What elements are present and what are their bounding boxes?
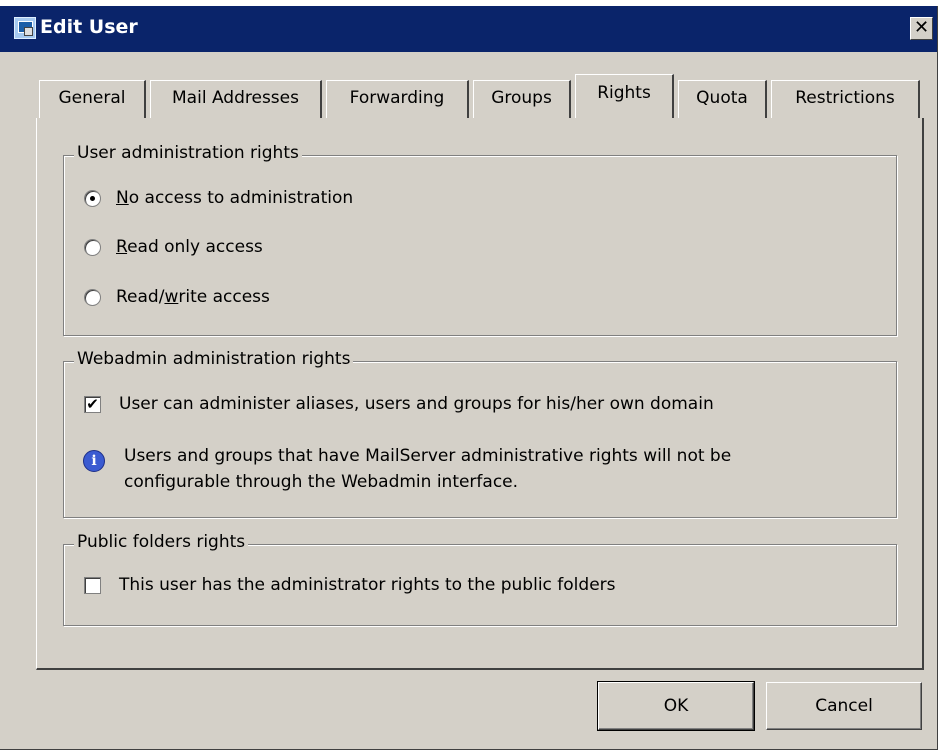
public-folders-admin-checkbox[interactable]	[84, 577, 101, 594]
read-write-label[interactable]: Read/write access	[116, 287, 270, 307]
cancel-button[interactable]: Cancel	[766, 682, 922, 730]
webadmin-domain-checkbox[interactable]: ✔	[84, 396, 101, 413]
webadmin-info-text: Users and groups that have MailServer ad…	[124, 446, 732, 492]
edit-user-dialog: Edit User ✕ General Mail Addresses Forwa…	[0, 6, 938, 750]
user-admin-rights-title: User administration rights	[74, 143, 302, 163]
tab-quota[interactable]: Quota	[678, 80, 767, 118]
info-icon: i	[83, 450, 105, 472]
webadmin-rights-group: Webadmin administration rights ✔ User ca…	[63, 349, 897, 518]
no-access-radio[interactable]	[84, 190, 101, 207]
tab-groups[interactable]: Groups	[473, 80, 571, 118]
tab-rights[interactable]: Rights	[575, 74, 674, 118]
public-folders-rights-title: Public folders rights	[74, 532, 249, 552]
tab-mail-addresses[interactable]: Mail Addresses	[150, 80, 322, 118]
webadmin-rights-title: Webadmin administration rights	[74, 349, 354, 369]
title-bar[interactable]: Edit User ✕	[0, 6, 937, 52]
no-access-label[interactable]: No access to administration	[116, 188, 353, 208]
read-only-radio[interactable]	[84, 239, 101, 256]
read-only-label[interactable]: Read only access	[116, 237, 263, 257]
close-button[interactable]: ✕	[910, 17, 933, 40]
tab-forwarding[interactable]: Forwarding	[326, 80, 469, 118]
rights-tab-panel: User administration rights No access to …	[36, 118, 924, 670]
tab-general[interactable]: General	[39, 80, 146, 118]
user-admin-rights-group: User administration rights No access to …	[63, 143, 897, 336]
tab-restrictions[interactable]: Restrictions	[771, 80, 920, 118]
public-folders-admin-label[interactable]: This user has the administrator rights t…	[119, 575, 616, 595]
app-icon	[14, 17, 36, 39]
public-folders-rights-group: Public folders rights This user has the …	[63, 532, 897, 626]
webadmin-domain-label[interactable]: User can administer aliases, users and g…	[119, 394, 714, 414]
window-title: Edit User	[40, 16, 138, 38]
read-write-radio[interactable]	[84, 289, 101, 306]
ok-button[interactable]: OK	[597, 681, 755, 731]
